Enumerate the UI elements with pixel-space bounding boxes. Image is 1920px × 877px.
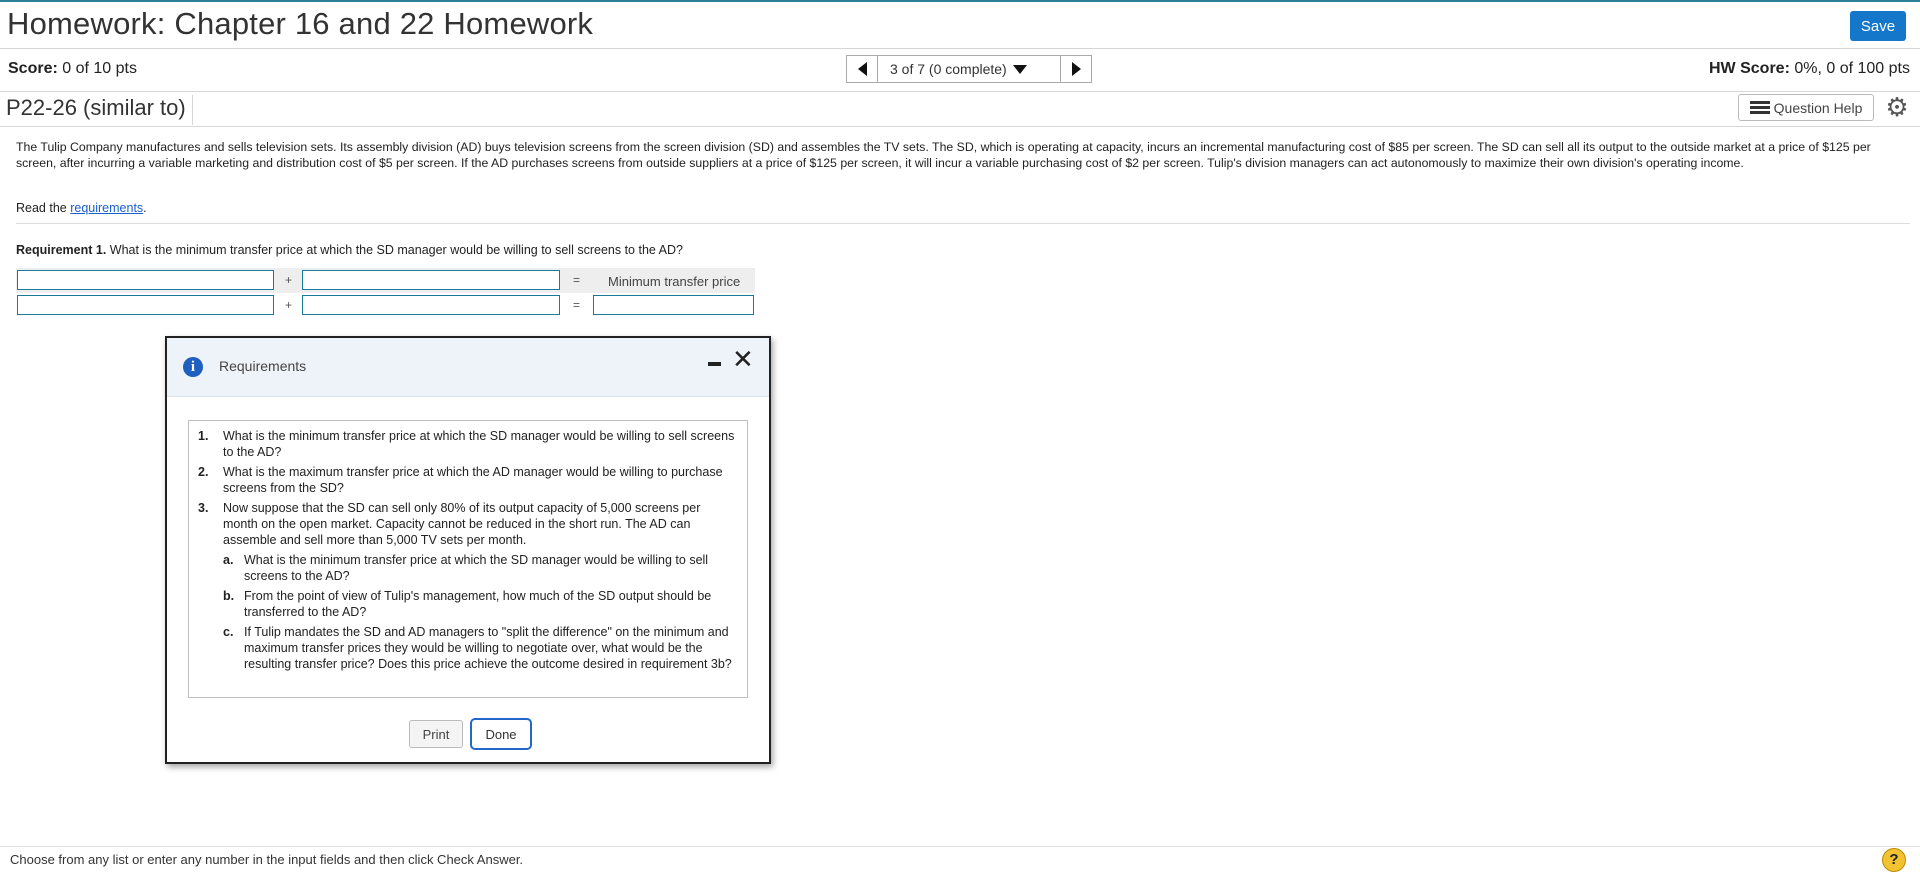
hw-score-label: HW Score: — [1709, 60, 1790, 77]
read-prefix: Read the — [16, 201, 71, 215]
requirement-1-question: What is the minimum transfer price at wh… — [106, 243, 683, 257]
close-icon[interactable]: ✕ — [732, 346, 754, 372]
title-bar: Homework: Chapter 16 and 22 Homework Sav… — [0, 2, 1920, 49]
requirement-1-prompt: Requirement 1. What is the minimum trans… — [16, 243, 683, 257]
print-button[interactable]: Print — [409, 720, 463, 748]
list-item: 2. What is the maximum transfer price at … — [198, 465, 723, 495]
hw-score: HW Score: 0%, 0 of 100 pts — [1709, 60, 1910, 78]
question-id: P22-26 (similar to) — [6, 95, 193, 125]
question-position: 3 of 7 (0 complete) — [890, 61, 1007, 77]
gear-icon[interactable]: ⚙ — [1884, 94, 1910, 120]
question-bar: P22-26 (similar to) Question Help ⚙ — [0, 92, 1920, 127]
plus-sign: + — [285, 273, 293, 287]
score-bar: Score: 0 of 10 pts 3 of 7 (0 complete) H… — [0, 49, 1920, 92]
page-title: Homework: Chapter 16 and 22 Homework — [7, 6, 594, 41]
plus-sign: + — [285, 298, 293, 312]
question-help-label: Question Help — [1773, 99, 1863, 116]
footer: Choose from any list or enter any number… — [0, 846, 1920, 877]
list-subitem: a. What is the minimum transfer price at … — [223, 553, 709, 583]
info-icon: i — [183, 357, 203, 377]
help-icon[interactable]: ? — [1882, 848, 1906, 872]
equals-sign: = — [573, 298, 581, 312]
minimum-transfer-price-header: Minimum transfer price — [608, 274, 741, 289]
list-item: 1. What is the minimum transfer price at … — [198, 429, 735, 459]
previous-question-button[interactable] — [846, 55, 878, 83]
dialog-title: Requirements — [219, 358, 307, 374]
read-requirements: Read the requirements. — [16, 201, 147, 215]
score-label: Score: — [8, 60, 58, 77]
question-position-dropdown[interactable]: 3 of 7 (0 complete) — [878, 55, 1060, 83]
next-question-button[interactable] — [1060, 55, 1092, 83]
value-input-1[interactable] — [17, 295, 274, 315]
question-navigator: 3 of 7 (0 complete) — [846, 55, 1092, 83]
save-button[interactable]: Save — [1850, 11, 1906, 41]
read-suffix: . — [143, 201, 147, 215]
question-score: Score: 0 of 10 pts — [8, 60, 137, 78]
divider — [16, 223, 1910, 224]
value-input-2[interactable] — [302, 295, 560, 315]
problem-statement: The Tulip Company manufactures and sells… — [16, 140, 1871, 170]
label-input-2[interactable] — [302, 270, 560, 290]
minimize-icon[interactable] — [708, 362, 721, 366]
chevron-left-icon — [857, 62, 867, 76]
equals-sign: = — [573, 273, 581, 287]
requirement-1-label: Requirement 1. — [16, 243, 107, 257]
label-input-1[interactable] — [17, 270, 274, 290]
list-subitem: b. From the point of view of Tulip's mana… — [223, 589, 712, 619]
hw-score-value: 0%, 0 of 100 pts — [1794, 60, 1910, 77]
minimum-transfer-price-input[interactable] — [593, 295, 754, 315]
question-help-button[interactable]: Question Help — [1738, 94, 1874, 121]
score-value: 0 of 10 pts — [62, 60, 137, 77]
list-icon — [1749, 100, 1770, 115]
list-item: 3. Now suppose that the SD can sell only … — [198, 501, 701, 547]
list-subitem: c. If Tulip mandates the SD and AD manage… — [223, 625, 732, 671]
requirements-dialog: i Requirements ✕ 1. What is the minimum t… — [165, 336, 771, 764]
requirements-list: 1. What is the minimum transfer price at … — [188, 420, 748, 698]
requirements-link[interactable]: requirements — [70, 201, 143, 215]
footer-instructions: Choose from any list or enter any number… — [10, 852, 524, 867]
caret-down-icon — [1012, 64, 1027, 74]
chevron-right-icon — [1071, 62, 1081, 76]
dialog-header: i Requirements ✕ — [167, 338, 769, 397]
done-button[interactable]: Done — [470, 718, 532, 750]
